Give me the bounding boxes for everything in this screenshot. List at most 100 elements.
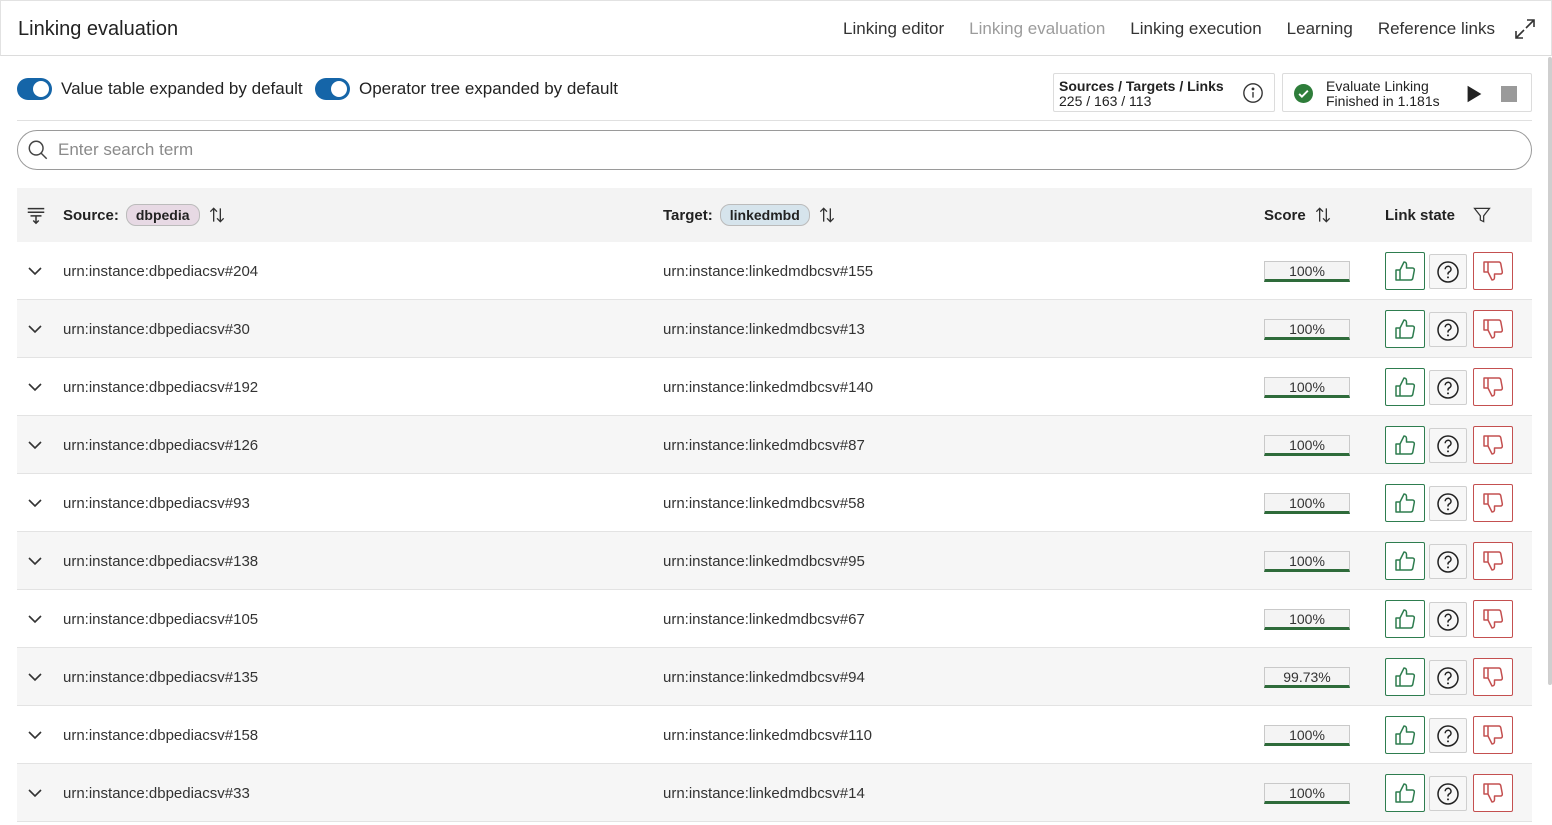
value-table-toggle-label: Value table expanded by default	[61, 79, 303, 98]
confirm-link-button[interactable]	[1385, 658, 1425, 696]
row-score: 100%	[1264, 493, 1350, 514]
sort-arrows-icon[interactable]	[817, 205, 837, 225]
filter-funnel-icon[interactable]	[1472, 205, 1492, 225]
chevron-down-icon[interactable]	[26, 726, 44, 744]
confirm-link-button[interactable]	[1385, 484, 1425, 522]
row-source: urn:instance:dbpediacsv#93	[63, 495, 250, 512]
thumbs-down-icon	[1483, 319, 1504, 339]
uncertain-link-button[interactable]	[1429, 544, 1467, 579]
row-target: urn:instance:linkedmdbcsv#95	[663, 553, 865, 570]
uncertain-link-button[interactable]	[1429, 660, 1467, 695]
row-score: 100%	[1264, 435, 1350, 456]
evaluate-linking-status: Finished in 1.181s	[1326, 93, 1440, 109]
question-circle-icon	[1437, 434, 1459, 457]
vertical-scrollbar[interactable]	[1548, 57, 1552, 685]
column-config-icon[interactable]	[25, 204, 47, 226]
chevron-down-icon[interactable]	[26, 668, 44, 686]
row-source: urn:instance:dbpediacsv#158	[63, 727, 259, 744]
target-column-header: Target: linkedmbd	[663, 188, 837, 242]
row-source: urn:instance:dbpediacsv#30	[63, 321, 250, 338]
uncertain-link-button[interactable]	[1429, 428, 1467, 463]
uncertain-link-button[interactable]	[1429, 370, 1467, 405]
decline-link-button[interactable]	[1473, 368, 1513, 406]
play-icon[interactable]	[1463, 83, 1485, 105]
info-circle-icon[interactable]	[1242, 82, 1264, 104]
uncertain-link-button[interactable]	[1429, 254, 1467, 289]
chevron-down-icon[interactable]	[26, 610, 44, 628]
source-label: Source:	[63, 206, 119, 224]
row-source: urn:instance:dbpediacsv#192	[63, 379, 259, 396]
uncertain-link-button[interactable]	[1429, 718, 1467, 753]
confirm-link-button[interactable]	[1385, 426, 1425, 464]
value-table-toggle-switch[interactable]	[17, 78, 52, 100]
sort-arrows-icon[interactable]	[1313, 205, 1333, 225]
row-target: urn:instance:linkedmdbcsv#14	[663, 785, 865, 802]
row-target: urn:instance:linkedmdbcsv#58	[663, 495, 865, 512]
question-circle-icon	[1437, 608, 1459, 631]
question-circle-icon	[1437, 666, 1459, 689]
confirm-link-button[interactable]	[1385, 716, 1425, 754]
operator-tree-toggle-group[interactable]: Operator tree expanded by default	[315, 78, 618, 100]
confirm-link-button[interactable]	[1385, 252, 1425, 290]
sort-arrows-icon[interactable]	[207, 205, 227, 225]
confirm-link-button[interactable]	[1385, 542, 1425, 580]
app-header: Linking evaluation Linking editor Linkin…	[0, 0, 1552, 56]
uncertain-link-button[interactable]	[1429, 486, 1467, 521]
operator-tree-toggle-label: Operator tree expanded by default	[359, 79, 618, 98]
chevron-down-icon[interactable]	[26, 552, 44, 570]
thumbs-down-icon	[1483, 725, 1504, 745]
chevron-down-icon[interactable]	[26, 320, 44, 338]
operator-tree-toggle-switch[interactable]	[315, 78, 350, 100]
chevron-down-icon[interactable]	[26, 378, 44, 396]
tab-linking-evaluation[interactable]: Linking evaluation	[969, 19, 1105, 39]
tab-learning[interactable]: Learning	[1287, 19, 1353, 39]
thumbs-up-icon	[1395, 261, 1416, 281]
decline-link-button[interactable]	[1473, 542, 1513, 580]
table-row: urn:instance:dbpediacsv#93 urn:instance:l…	[17, 474, 1532, 532]
target-tag: linkedmbd	[719, 204, 810, 226]
decline-link-button[interactable]	[1473, 252, 1513, 290]
decline-link-button[interactable]	[1473, 600, 1513, 638]
uncertain-link-button[interactable]	[1429, 602, 1467, 637]
fullscreen-expand-icon[interactable]	[1513, 17, 1537, 41]
thumbs-down-icon	[1483, 435, 1504, 455]
decline-link-button[interactable]	[1473, 484, 1513, 522]
table-row: urn:instance:dbpediacsv#105 urn:instance:…	[17, 590, 1532, 648]
confirm-link-button[interactable]	[1385, 600, 1425, 638]
decline-link-button[interactable]	[1473, 310, 1513, 348]
decline-link-button[interactable]	[1473, 658, 1513, 696]
row-source: urn:instance:dbpediacsv#135	[63, 669, 259, 686]
tab-reference-links[interactable]: Reference links	[1378, 19, 1495, 39]
row-source: urn:instance:dbpediacsv#126	[63, 437, 259, 454]
decline-link-button[interactable]	[1473, 716, 1513, 754]
row-score: 100%	[1264, 551, 1350, 572]
uncertain-link-button[interactable]	[1429, 776, 1467, 811]
thumbs-down-icon	[1483, 609, 1504, 629]
table-row: urn:instance:dbpediacsv#204 urn:instance:…	[17, 242, 1532, 300]
decline-link-button[interactable]	[1473, 774, 1513, 812]
uncertain-link-button[interactable]	[1429, 312, 1467, 347]
decline-link-button[interactable]	[1473, 426, 1513, 464]
toolbar-divider	[17, 120, 1532, 121]
chevron-down-icon[interactable]	[26, 436, 44, 454]
column-config-cell	[25, 188, 47, 242]
table-row: urn:instance:dbpediacsv#192 urn:instance:…	[17, 358, 1532, 416]
confirm-link-button[interactable]	[1385, 310, 1425, 348]
chevron-down-icon[interactable]	[26, 784, 44, 802]
stop-icon[interactable]	[1501, 86, 1517, 102]
row-target: urn:instance:linkedmdbcsv#140	[663, 379, 874, 396]
table-row: urn:instance:dbpediacsv#135 urn:instance:…	[17, 648, 1532, 706]
confirm-link-button[interactable]	[1385, 774, 1425, 812]
chevron-down-icon[interactable]	[26, 494, 44, 512]
table-row: urn:instance:dbpediacsv#126 urn:instance:…	[17, 416, 1532, 474]
search-input[interactable]	[58, 137, 1518, 163]
chevron-down-icon[interactable]	[26, 262, 44, 280]
question-circle-icon	[1437, 376, 1459, 399]
confirm-link-button[interactable]	[1385, 368, 1425, 406]
tab-linking-execution[interactable]: Linking execution	[1130, 19, 1261, 39]
table-row: urn:instance:dbpediacsv#30 urn:instance:l…	[17, 300, 1532, 358]
value-table-toggle-group[interactable]: Value table expanded by default	[17, 78, 303, 100]
search-bar[interactable]	[17, 130, 1532, 170]
score-column-header: Score	[1264, 188, 1333, 242]
tab-linking-editor[interactable]: Linking editor	[843, 19, 944, 39]
